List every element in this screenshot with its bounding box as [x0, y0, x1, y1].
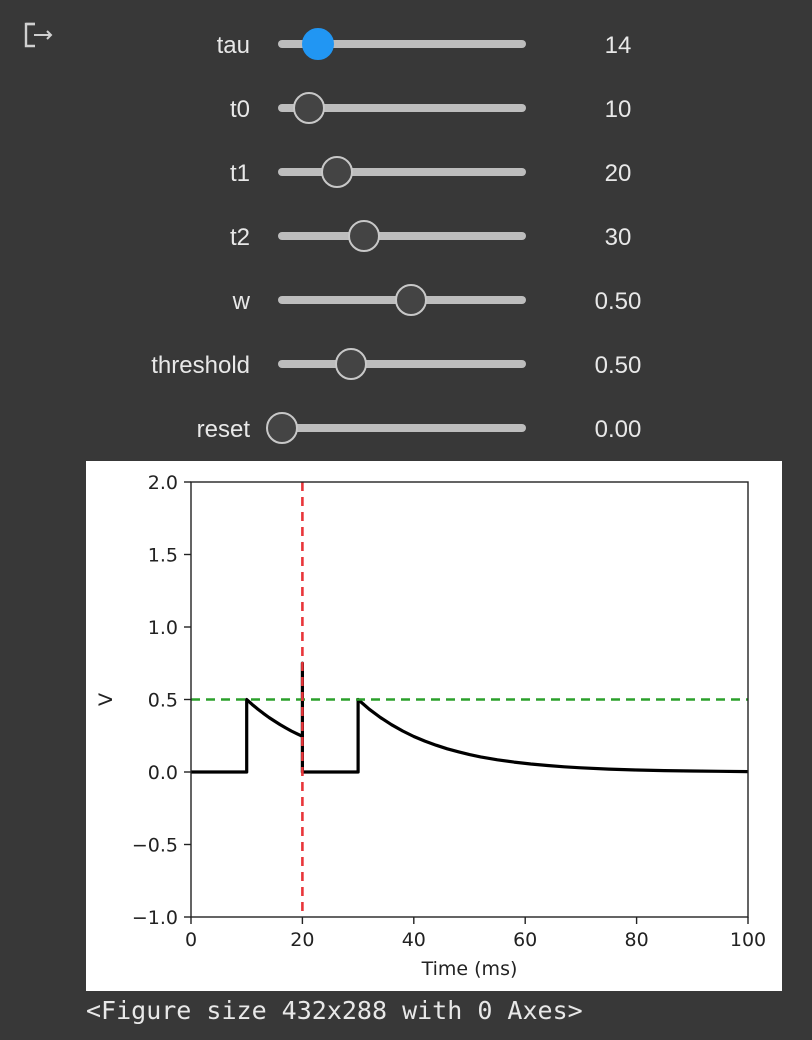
slider-row-tau: tau 14 [0, 24, 812, 64]
figure: 0 20 40 60 80 100 2.0 1.5 1.0 0.5 0.0 −0.5 −1.0 Time … [86, 461, 782, 991]
slider-value: 30 [604, 224, 632, 251]
x-tick-label: 100 [730, 929, 766, 951]
slider-label: threshold [151, 352, 250, 379]
slider-thumb-t0[interactable] [293, 92, 326, 124]
voltage-trace [191, 661, 749, 774]
slider-label: t2 [229, 224, 250, 251]
slider-thumb-w[interactable] [394, 284, 427, 316]
slider-thumb-t1[interactable] [320, 156, 353, 188]
slider-thumb-threshold[interactable] [335, 348, 368, 380]
slider-track-reset[interactable] [266, 412, 526, 444]
slider-track-t2[interactable] [278, 220, 526, 252]
slider-row-w: w 0.50 [0, 280, 812, 320]
figure-caption: <Figure size 432x288 with 0 Axes> [86, 996, 583, 1025]
slider-label: t1 [229, 160, 250, 187]
y-tick-label: −0.5 [132, 835, 178, 857]
slider-label: t0 [229, 96, 250, 123]
x-tick-label: 40 [402, 929, 426, 951]
slider-track-t1[interactable] [278, 156, 526, 188]
x-tick-label: 80 [625, 929, 649, 951]
slider-value: 14 [604, 32, 632, 59]
slider-thumb-tau[interactable] [301, 28, 334, 60]
slider-value: 0.50 [594, 288, 642, 315]
x-tick-label: 60 [513, 929, 537, 951]
x-tick-label: 20 [290, 929, 314, 951]
slider-row-t0: t0 10 [0, 88, 812, 128]
slider-label: tau [216, 32, 250, 59]
slider-value: 20 [604, 160, 632, 187]
slider-value: 10 [604, 96, 632, 123]
slider-track-threshold[interactable] [278, 348, 526, 380]
slider-value: 0.50 [594, 352, 642, 379]
y-axis-label: V [95, 693, 117, 706]
y-tick-label: 1.0 [148, 617, 178, 639]
voltage-plot: 0 20 40 60 80 100 2.0 1.5 1.0 0.5 0.0 −0.5 −1.0 Time … [95, 472, 766, 980]
y-tick-label: 2.0 [148, 472, 178, 494]
slider-value: 0.00 [594, 416, 642, 443]
y-tick-label: 1.5 [148, 545, 178, 567]
slider-row-threshold: threshold 0.50 [0, 344, 812, 384]
slider-track-w[interactable] [278, 284, 526, 316]
slider-thumb-t2[interactable] [347, 220, 380, 252]
slider-thumb-reset[interactable] [266, 412, 298, 444]
slider-row-t2: t2 30 [0, 216, 812, 256]
x-tick-label: 0 [185, 929, 197, 951]
slider-row-t1: t1 20 [0, 152, 812, 192]
slider-row-reset: reset 0.00 [0, 408, 812, 448]
slider-label: w [232, 288, 250, 315]
y-tick-label: 0.5 [148, 690, 178, 712]
slider-track-tau[interactable] [278, 28, 526, 60]
slider-label: reset [196, 416, 250, 443]
x-axis-label: Time (ms) [421, 958, 518, 980]
y-tick-label: 0.0 [148, 762, 178, 784]
slider-track-t0[interactable] [278, 92, 526, 124]
y-tick-label: −1.0 [132, 907, 178, 929]
